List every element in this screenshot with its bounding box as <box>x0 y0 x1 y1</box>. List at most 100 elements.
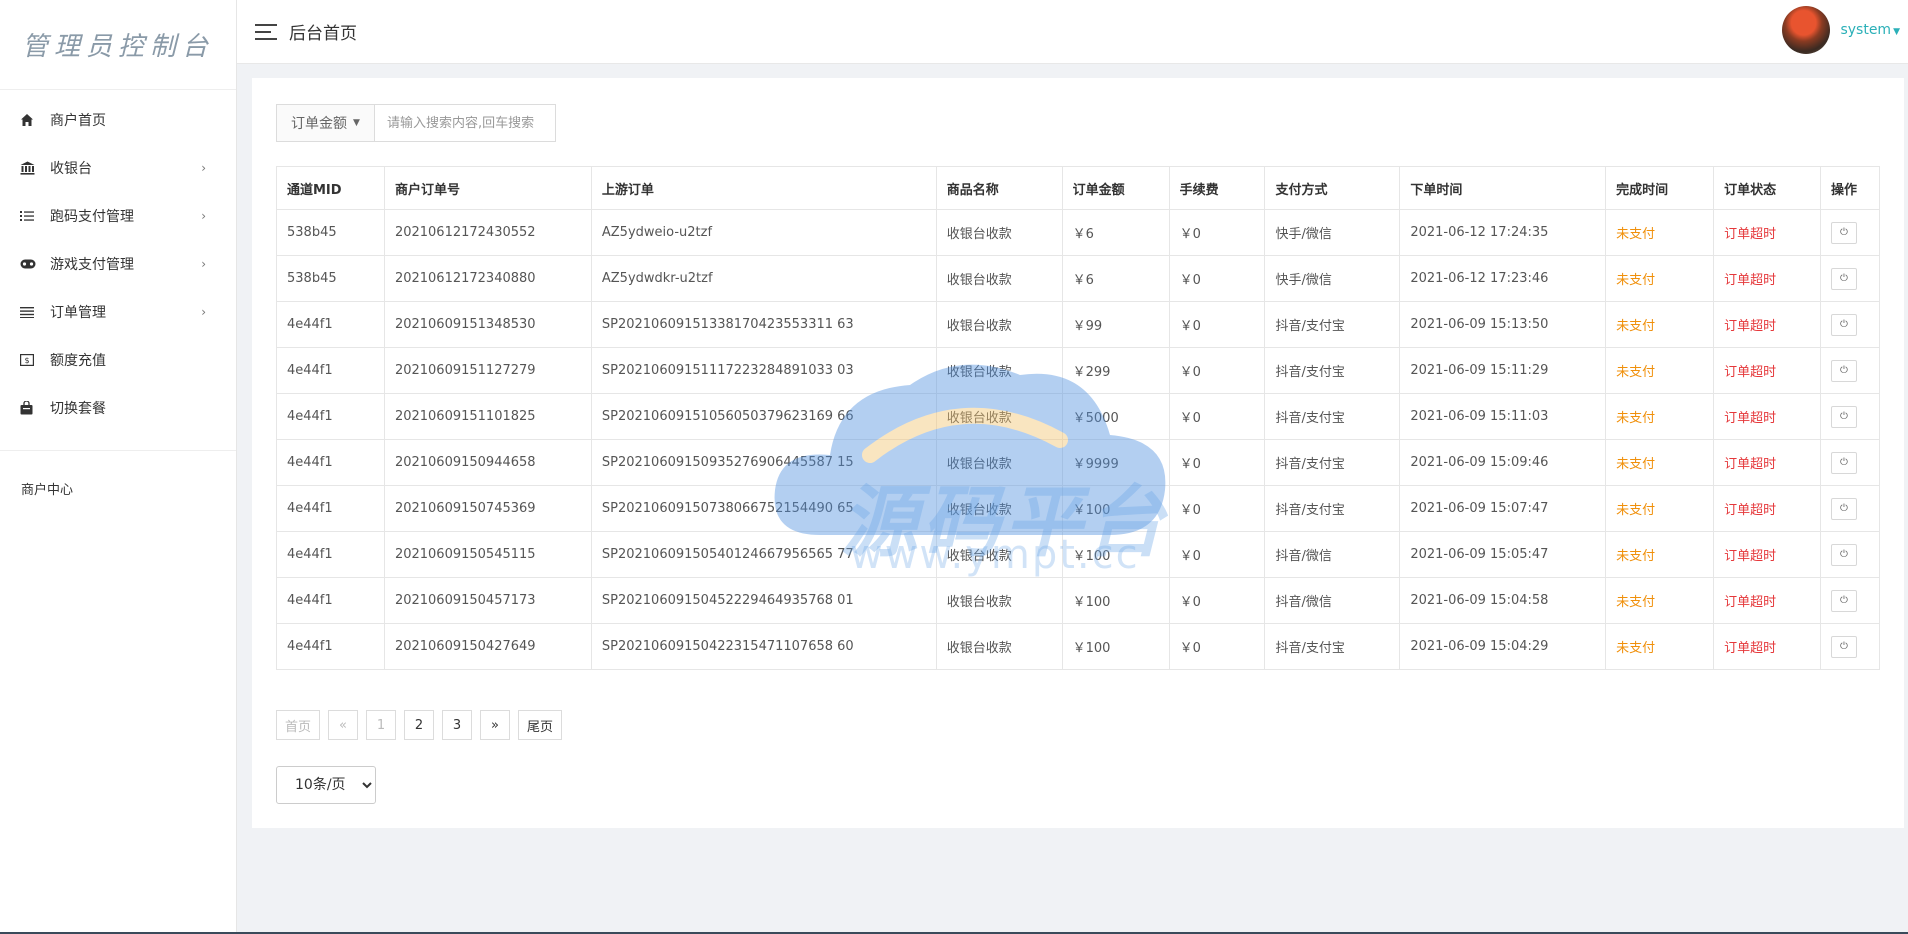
cell-upstream-order: SP20210609150422315471107658 60 <box>590 623 937 670</box>
bank-icon <box>20 161 50 175</box>
refresh-order-button[interactable]: ⏻ <box>1830 359 1857 382</box>
cell-product-name: 收银台收款 <box>935 255 1063 302</box>
menu-toggle-icon[interactable] <box>255 23 277 40</box>
cell-complete-time: 未支付 <box>1605 531 1715 578</box>
sidebar-item-label: 订单管理 <box>50 305 106 321</box>
cell-fee: ￥0 <box>1168 485 1266 532</box>
refresh-order-button[interactable]: ⏻ <box>1830 451 1857 474</box>
col-order-status: 订单状态 <box>1713 166 1821 210</box>
cell-product-name: 收银台收款 <box>935 623 1063 670</box>
cell-payment-method: 抖音/支付宝 <box>1264 623 1401 670</box>
cell-order-status: 订单超时 <box>1713 301 1821 348</box>
sidebar-item-merchant-home[interactable]: 商户首页 <box>0 96 236 144</box>
table-row: 4e44f1 20210609150545115 SP202106091505401… <box>276 531 1881 578</box>
page-title: 后台首页 <box>289 24 357 44</box>
cell-fee: ￥0 <box>1168 623 1266 670</box>
sidebar-item-switch-plan[interactable]: 切换套餐 <box>0 384 236 432</box>
cell-actions: ⏻ <box>1819 531 1881 578</box>
cell-fee: ￥0 <box>1168 439 1266 486</box>
bag-icon <box>20 401 50 415</box>
per-page-select[interactable]: 10条/页 <box>276 766 376 804</box>
sidebar-item-cashier[interactable]: 收银台 › <box>0 144 236 192</box>
refresh-order-button[interactable]: ⏻ <box>1830 635 1857 658</box>
cell-payment-method: 抖音/微信 <box>1264 531 1401 578</box>
cell-upstream-order: SP20210609150738066752154490 65 <box>590 485 937 532</box>
pagination-first[interactable]: 首页 <box>276 710 321 740</box>
search-input[interactable] <box>375 105 555 141</box>
pagination-page-1[interactable]: 1 <box>366 710 397 740</box>
cell-order-time: 2021-06-09 15:04:29 <box>1399 623 1607 670</box>
cell-merchant-order-no: 20210609150745369 <box>383 485 592 532</box>
sidebar-item-label: 额度充值 <box>50 353 106 369</box>
sidebar-nav: 商户首页 收银台 › 跑码支付管理 › 游戏支付管理 › 订单管理 › $ 额度… <box>0 90 236 451</box>
username-dropdown[interactable]: system ▼ <box>1840 22 1900 38</box>
avatar[interactable] <box>1782 6 1831 54</box>
sidebar-item-code-payment[interactable]: 跑码支付管理 › <box>0 192 236 240</box>
cell-product-name: 收银台收款 <box>935 301 1063 348</box>
cell-payment-method: 抖音/支付宝 <box>1264 485 1401 532</box>
cell-order-amount: ￥299 <box>1061 347 1170 394</box>
col-fee: 手续费 <box>1168 166 1266 210</box>
col-order-time: 下单时间 <box>1399 166 1607 210</box>
cell-order-amount: ￥100 <box>1061 485 1170 532</box>
cell-channel-mid: 4e44f1 <box>276 393 385 440</box>
sidebar-item-credit-recharge[interactable]: $ 额度充值 <box>0 336 236 384</box>
cell-upstream-order: SP20210609150452229464935768 01 <box>590 577 937 624</box>
power-icon: ⏻ <box>1839 227 1848 238</box>
refresh-order-button[interactable]: ⏻ <box>1830 313 1857 336</box>
refresh-order-button[interactable]: ⏻ <box>1830 267 1857 290</box>
username-label: system <box>1840 22 1892 38</box>
cell-product-name: 收银台收款 <box>935 209 1063 256</box>
cell-actions: ⏻ <box>1819 347 1881 394</box>
cell-order-time: 2021-06-09 15:09:46 <box>1399 439 1607 486</box>
refresh-order-button[interactable]: ⏻ <box>1830 589 1857 612</box>
cell-actions: ⏻ <box>1819 301 1881 348</box>
user-menu[interactable]: system ▼ <box>1782 6 1900 54</box>
search-field-label: 订单金额 <box>291 116 348 132</box>
cell-product-name: 收银台收款 <box>935 347 1063 394</box>
orders-card: 订单金额 ▼ 通道MID 商户订单号 上游订单 商品名称 订单金额 手续费 支付… <box>252 78 1904 828</box>
cell-complete-time: 未支付 <box>1605 439 1715 486</box>
topbar: 后台首页 system ▼ <box>237 0 1908 64</box>
refresh-order-button[interactable]: ⏻ <box>1830 497 1857 520</box>
col-channel-mid: 通道MID <box>276 166 385 210</box>
cell-payment-method: 抖音/支付宝 <box>1264 347 1401 394</box>
sidebar-item-game-payment[interactable]: 游戏支付管理 › <box>0 240 236 288</box>
cell-channel-mid: 4e44f1 <box>276 577 385 624</box>
cell-order-time: 2021-06-12 17:23:46 <box>1399 255 1607 302</box>
cell-merchant-order-no: 20210609150427649 <box>383 623 592 670</box>
cell-complete-time: 未支付 <box>1605 623 1715 670</box>
sidebar: 管理员控制台 商户首页 收银台 › 跑码支付管理 › 游戏支付管理 › 订单管理… <box>0 0 237 934</box>
sidebar-item-label: 游戏支付管理 <box>50 257 134 273</box>
pagination-page-2[interactable]: 2 <box>404 710 435 740</box>
cell-payment-method: 抖音/支付宝 <box>1264 393 1401 440</box>
cell-complete-time: 未支付 <box>1605 485 1715 532</box>
cell-order-status: 订单超时 <box>1713 439 1821 486</box>
orders-table: 通道MID 商户订单号 上游订单 商品名称 订单金额 手续费 支付方式 下单时间… <box>276 166 1881 670</box>
table-row: 4e44f1 20210609151127279 SP202106091511172… <box>276 347 1881 394</box>
pagination-last[interactable]: 尾页 <box>518 710 563 740</box>
cell-fee: ￥0 <box>1168 255 1266 302</box>
pagination-next[interactable]: » <box>480 710 511 740</box>
pagination-prev[interactable]: « <box>328 710 359 740</box>
pagination-page-3[interactable]: 3 <box>442 710 473 740</box>
power-icon: ⏻ <box>1839 641 1848 652</box>
cell-order-amount: ￥9999 <box>1061 439 1170 486</box>
refresh-order-button[interactable]: ⏻ <box>1830 221 1857 244</box>
refresh-order-button[interactable]: ⏻ <box>1830 405 1857 428</box>
sidebar-item-order-management[interactable]: 订单管理 › <box>0 288 236 336</box>
sidebar-item-label: 切换套餐 <box>50 401 106 417</box>
refresh-order-button[interactable]: ⏻ <box>1830 543 1857 566</box>
search-field-select[interactable]: 订单金额 ▼ <box>277 105 375 141</box>
cell-fee: ￥0 <box>1168 531 1266 578</box>
cell-order-amount: ￥100 <box>1061 623 1170 670</box>
cell-fee: ￥0 <box>1168 577 1266 624</box>
table-row: 538b45 20210612172430552 AZ5ydweio-u2tzf 收银… <box>276 209 1881 256</box>
cell-merchant-order-no: 20210609150457173 <box>383 577 592 624</box>
cell-order-time: 2021-06-09 15:13:50 <box>1399 301 1607 348</box>
cell-complete-time: 未支付 <box>1605 577 1715 624</box>
chevron-right-icon: › <box>201 209 206 223</box>
col-upstream-order: 上游订单 <box>590 166 937 210</box>
cell-order-amount: ￥6 <box>1061 255 1170 302</box>
cell-upstream-order: AZ5ydwdkr-u2tzf <box>590 255 937 302</box>
